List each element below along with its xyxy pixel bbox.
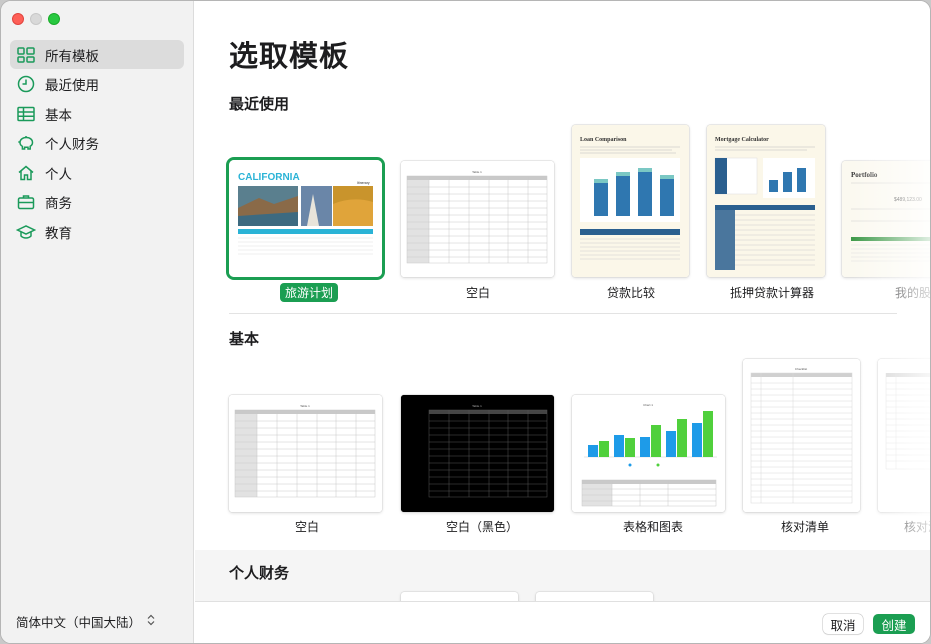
cancel-button[interactable]: 取消 [823,614,863,634]
template-travel-plan[interactable]: CALIFORNIA Itinerary [229,160,382,277]
template-caption-portfolio: 我的股 [895,286,931,300]
sidebar-item-label: 基本 [45,107,72,123]
sidebar-item-label: 教育 [45,225,72,241]
checklist-total-preview [878,359,930,512]
language-label: 简体中文（中国大陆） [16,616,142,630]
mortgage-calculator-preview: Mortgage Calculator [707,125,825,277]
section-title-personal-finance: 个人财务 [229,565,290,582]
sidebar-item-business[interactable]: 商务 [10,188,184,217]
sidebar-item-basic[interactable]: 基本 [10,99,184,128]
sidebar-item-recent[interactable]: 最近使用 [10,70,184,99]
sheet-title: Table 1 [472,404,482,408]
loan-title: Loan Comparison [580,137,627,143]
sidebar-item-all-templates[interactable]: 所有模板 [10,40,184,69]
templates-icon [16,45,36,65]
template-tables-and-charts[interactable]: Chart 1 [572,395,725,512]
sidebar-item-education[interactable]: 教育 [10,217,184,246]
sidebar-item-personal[interactable]: 个人 [10,158,184,187]
create-button[interactable]: 创建 [873,614,915,634]
itinerary-label: Itinerary [357,181,370,185]
page-title: 选取模板 [229,41,350,73]
portfolio-preview: Portfolio $489,123.00 [842,161,930,277]
template-gallery: 选取模板 最近使用 CALIFORNIA Itinerary 旅游计划 Tabl… [195,1,931,643]
section-title-recent: 最近使用 [229,96,290,113]
template-caption-blank-recent: 空白 [466,286,491,300]
template-blank-black[interactable]: Table 1 [401,395,554,512]
template-mortgage-calculator[interactable]: Mortgage Calculator [707,125,825,277]
template-caption-blank: 空白 [295,520,320,534]
up-down-chevron-icon [147,614,155,629]
template-loan-comparison[interactable]: Loan Comparison [572,125,689,277]
template-checklist-total[interactable] [878,359,930,512]
blank-sheet-preview: Table 1 [401,161,554,277]
portfolio-title: Portfolio [851,171,878,179]
category-list: 所有模板 最近使用 基本 个人财务 个人 商务 教育 [10,40,184,247]
portfolio-value: $489,123.00 [894,197,922,203]
section-divider [229,313,897,314]
template-caption-tables-and-charts: 表格和图表 [623,520,684,534]
california-heading: CALIFORNIA [238,172,300,183]
table-icon [16,104,36,124]
template-blank-recent[interactable]: Table 1 [401,161,554,277]
blank-preview: Table 1 [229,395,382,512]
checklist-preview: Checklist [743,359,860,512]
sheet-title: Table 1 [472,170,482,174]
window-controls [12,13,60,25]
template-caption-blank-black: 空白（黑色） [446,520,519,534]
checklist-title: Checklist [795,367,807,371]
minimize-button[interactable] [30,13,42,25]
template-caption-mortgage-calculator: 抵押贷款计算器 [730,286,815,300]
house-icon [16,163,36,183]
sidebar-item-label: 商务 [45,196,72,211]
template-caption-travel-plan: 旅游计划 [280,283,339,302]
travel-plan-preview: CALIFORNIA Itinerary [229,160,382,277]
mortgage-title: Mortgage Calculator [715,137,769,143]
sidebar-item-label: 个人财务 [45,137,99,152]
close-button[interactable] [12,13,24,25]
chart-title: Chart 1 [643,403,653,407]
graduation-cap-icon [16,222,36,242]
zoom-button[interactable] [48,13,60,25]
template-chooser-window: 所有模板 最近使用 基本 个人财务 个人 商务 教育 简体中文（中国大陆） 选取… [0,0,931,644]
loan-comparison-preview: Loan Comparison [572,125,689,277]
piggy-bank-icon [16,133,36,153]
sidebar-item-label: 个人 [45,166,72,182]
blank-black-preview: Table 1 [401,395,554,512]
briefcase-icon [16,192,36,212]
template-blank[interactable]: Table 1 [229,395,382,512]
template-caption-checklist: 核对清单 [781,520,830,534]
sheet-title: Table 1 [300,404,310,408]
footer-bar: 取消 创建 [195,601,930,643]
sidebar-item-label: 所有模板 [45,48,99,64]
sidebar-item-personal-finance[interactable]: 个人财务 [10,129,184,158]
section-title-basic: 基本 [229,331,260,348]
sidebar: 所有模板 最近使用 基本 个人财务 个人 商务 教育 简体中文（中国大陆） [1,1,194,643]
language-selector[interactable]: 简体中文（中国大陆） [16,612,155,631]
sidebar-item-label: 最近使用 [45,78,99,93]
clock-icon [16,74,36,94]
tables-and-charts-preview: Chart 1 [572,395,725,512]
template-portfolio[interactable]: Portfolio $489,123.00 [842,161,930,277]
template-checklist[interactable]: Checklist [743,359,860,512]
template-caption-loan-comparison: 贷款比较 [607,286,656,300]
template-caption-checklist-total: 核对清 [904,520,930,534]
